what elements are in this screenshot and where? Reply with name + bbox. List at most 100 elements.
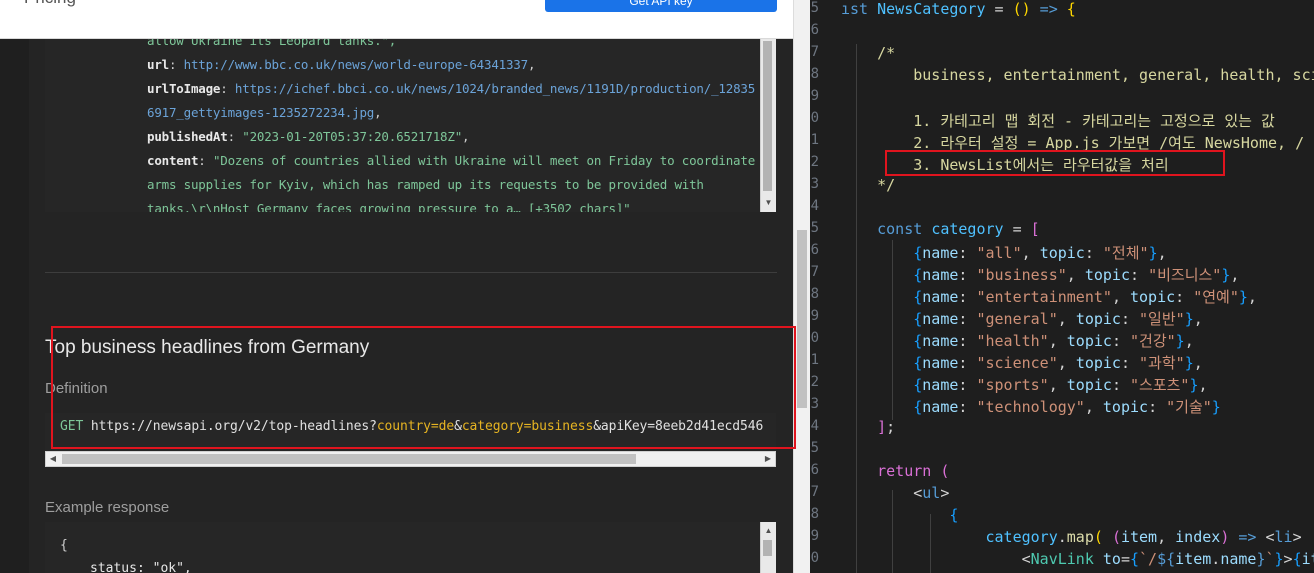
code-token: topic — [1130, 288, 1176, 306]
code-token: () — [1012, 0, 1031, 18]
code-token: . — [1057, 528, 1067, 546]
code-token: "건강" — [1130, 332, 1176, 350]
code-token: ) — [1220, 528, 1230, 546]
line-number: 2 — [810, 154, 819, 170]
code-token: map — [1066, 528, 1094, 546]
page-scrollbar[interactable] — [793, 0, 810, 573]
code-token: : — [958, 376, 977, 394]
code-token: : — [220, 81, 235, 96]
indent-guide — [856, 44, 857, 573]
code-token: , — [1193, 310, 1203, 328]
code-token: { — [1292, 550, 1302, 568]
code-token: , — [1048, 376, 1067, 394]
code-token: , — [1057, 310, 1076, 328]
scrollbar-thumb[interactable] — [763, 540, 772, 556]
endpoint-horizontal-scrollbar[interactable]: ◀ ▶ — [45, 451, 776, 467]
code-token: : — [1120, 310, 1140, 328]
code-token: 1. 카테고리 맵 회전 - 카테고리는 고정으로 있는 값 — [841, 112, 1275, 130]
highlight-box-endpoint — [51, 326, 796, 449]
code-block-scrollbar[interactable]: ▼ — [760, 39, 776, 212]
page-scrollbar-thumb[interactable] — [797, 230, 807, 408]
code-token: , — [1057, 354, 1076, 372]
code-line: {name: "general", topic: "일반"}, — [841, 308, 1203, 329]
line-number: 7 — [810, 264, 819, 280]
code-token: { — [841, 288, 923, 306]
code-token: `/ — [1139, 550, 1158, 568]
code-token: : — [958, 354, 977, 372]
code-token: : — [1148, 398, 1167, 416]
code-line: {name: "technology", topic: "기술"} — [841, 396, 1221, 417]
code-block-scrollbar-2[interactable]: ▲ — [760, 522, 776, 573]
code-token: , — [1198, 376, 1208, 394]
code-token: name — [922, 354, 959, 372]
code-token: topic — [1075, 354, 1121, 372]
example-response-code-block-2: { status: "ok", — [45, 522, 776, 573]
scroll-right-arrow-icon[interactable]: ▶ — [761, 452, 775, 466]
code-token: = — [985, 0, 1013, 18]
get-api-key-button[interactable]: Get API key — [545, 0, 777, 12]
code-token: : — [1175, 288, 1194, 306]
code-token: name — [1220, 550, 1257, 568]
line-number-gutter: 5 6 7 8 9 0 1 2 3 4 5 6 7 8 9 0 1 2 3 4 5 6 7 8 9 0 — [810, 0, 840, 573]
code-token: "all" — [976, 244, 1022, 262]
code-editor[interactable]: 5 6 7 8 9 0 1 2 3 4 5 6 7 8 9 0 1 2 3 4 5 6 7 8 9 0 ıst NewsCateg… — [810, 0, 1314, 573]
scrollbar-thumb[interactable] — [763, 41, 772, 191]
example-response-code-block: allow Ukraine its Leopard tanks.", url: h… — [45, 39, 776, 212]
line-number: 0 — [810, 110, 819, 126]
code-token: ıst — [841, 0, 878, 18]
code-token: } — [1211, 398, 1221, 416]
code-token: name — [922, 266, 959, 284]
code-token: , — [374, 105, 382, 120]
scrollbar-thumb[interactable] — [62, 454, 636, 464]
scroll-down-arrow-icon[interactable]: ▼ — [761, 198, 776, 207]
code-token: ( — [1111, 528, 1121, 546]
line-number: 7 — [810, 44, 819, 60]
indent-guide — [930, 514, 931, 573]
line-number: 0 — [810, 330, 819, 346]
code-token: : — [958, 310, 977, 328]
line-number: 5 — [810, 0, 819, 16]
code-token: : — [168, 57, 184, 72]
code-token: url — [147, 57, 169, 72]
code-token: { — [841, 310, 923, 328]
code-line: arms supplies for Kyiv, which has ramped… — [147, 177, 704, 192]
line-number: 9 — [810, 88, 819, 104]
line-number: 3 — [810, 396, 819, 412]
code-token: "2023-01-20T05:37:20.6521718Z" — [242, 129, 463, 144]
code-token: topic — [1075, 310, 1121, 328]
code-token: ] — [841, 418, 887, 436]
code-token: : — [1111, 332, 1130, 350]
code-token: } — [1274, 550, 1284, 568]
nav-link-pricing[interactable]: Pricing — [24, 0, 76, 8]
code-line: {name: "all", topic: "전체"}, — [841, 242, 1166, 263]
code-token: : — [1111, 376, 1130, 394]
line-number: 8 — [810, 286, 819, 302]
code-token: , — [1021, 244, 1040, 262]
code-token: > — [1292, 528, 1302, 546]
highlight-box-comment — [885, 150, 1225, 176]
code-line: return ( — [841, 462, 949, 480]
code-token: "sports" — [976, 376, 1049, 394]
code-token: "entertainment" — [976, 288, 1112, 306]
code-token: = — [1120, 550, 1130, 568]
line-number: 0 — [810, 550, 819, 566]
code-token: > — [940, 484, 950, 502]
code-line: tanks.\r\nHost Germany faces growing pre… — [147, 201, 631, 212]
code-token: ${ — [1157, 550, 1176, 568]
example-response-label: Example response — [45, 499, 170, 516]
code-token: < — [841, 550, 1031, 568]
scroll-up-arrow-icon[interactable]: ▲ — [761, 526, 776, 535]
code-token: allow Ukraine its Leopard tanks.", — [147, 39, 397, 48]
code-token: } — [1221, 266, 1231, 284]
code-token: { — [841, 506, 959, 524]
line-number: 4 — [810, 418, 819, 434]
code-token: { — [841, 244, 923, 262]
code-token: category — [985, 528, 1058, 546]
line-number: 1 — [810, 132, 819, 148]
code-token: < — [1265, 528, 1275, 546]
scroll-left-arrow-icon[interactable]: ◀ — [46, 452, 60, 466]
code-token: , — [1247, 288, 1257, 306]
code-token: topic — [1102, 398, 1149, 416]
code-token: : — [1130, 266, 1149, 284]
